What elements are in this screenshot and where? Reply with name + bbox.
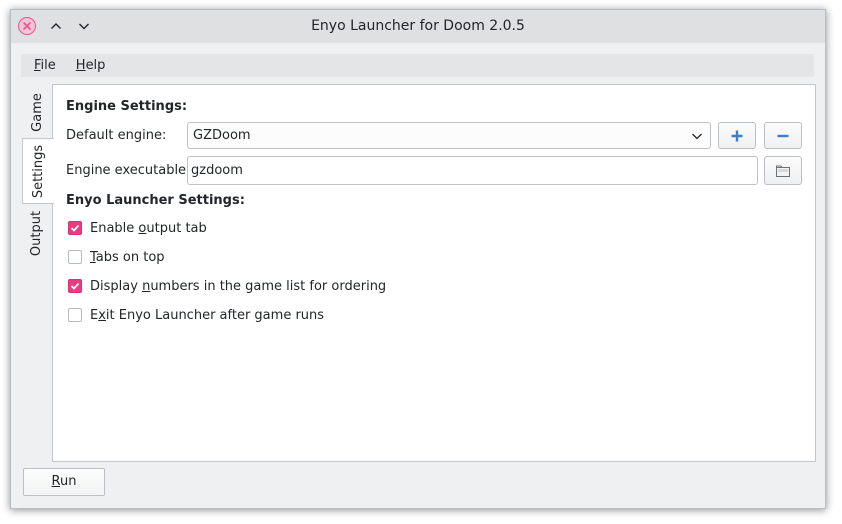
check-icon: [70, 224, 80, 232]
tab-settings[interactable]: Settings: [22, 138, 54, 204]
label-part: abs on top: [95, 249, 165, 265]
label-part: it Enyo Launcher after game runs: [105, 307, 325, 323]
tab-game[interactable]: Game: [21, 85, 53, 139]
tab-output[interactable]: Output: [21, 203, 53, 263]
minus-icon: [777, 134, 789, 137]
run-button-label: un: [59, 474, 77, 489]
engine-executable-input[interactable]: gzdoom: [187, 156, 758, 185]
tabs-on-top-checkbox[interactable]: [68, 250, 82, 264]
menu-bar: File Help: [21, 54, 814, 77]
window-title: Enyo Launcher for Doom 2.0.5: [311, 18, 525, 34]
menu-file-label: ile: [40, 58, 56, 73]
label-mnemonic: x: [98, 307, 106, 323]
default-engine-label: Default engine:: [66, 128, 167, 143]
run-button-mnemonic: R: [51, 474, 60, 489]
label-part: umbers in the game list for ordering: [150, 278, 387, 294]
folder-icon: [776, 165, 790, 177]
enable-output-tab-checkbox[interactable]: [68, 221, 82, 235]
tab-settings-label: Settings: [31, 144, 47, 198]
main-window: Enyo Launcher for Doom 2.0.5 File Help G…: [10, 9, 826, 509]
tab-output-label: Output: [29, 210, 45, 256]
label-part: Display: [90, 278, 143, 294]
menu-help-label: elp: [85, 58, 106, 73]
display-numbers-label: Display numbers in the game list for ord…: [90, 279, 386, 294]
check-icon: [70, 282, 80, 290]
option-display-numbers[interactable]: Display numbers in the game list for ord…: [68, 277, 386, 295]
default-engine-value: GZDoom: [193, 128, 251, 143]
engine-settings-heading: Engine Settings:: [66, 99, 188, 114]
engine-executable-value: gzdoom: [191, 163, 243, 178]
menu-file[interactable]: File: [21, 54, 66, 77]
exit-after-run-label: Exit Enyo Launcher after game runs: [90, 308, 324, 323]
remove-engine-button[interactable]: [764, 122, 802, 149]
label-part: Enable: [90, 220, 139, 236]
exit-after-run-checkbox[interactable]: [68, 308, 82, 322]
chevron-down-icon: [692, 133, 702, 140]
display-numbers-checkbox[interactable]: [68, 279, 82, 293]
engine-executable-label: Engine executable:: [66, 163, 191, 178]
option-tabs-on-top[interactable]: Tabs on top: [68, 248, 165, 266]
launcher-settings-heading: Enyo Launcher Settings:: [66, 193, 245, 208]
add-engine-button[interactable]: [718, 122, 756, 149]
plus-icon: [731, 130, 743, 141]
option-exit-after-run[interactable]: Exit Enyo Launcher after game runs: [68, 306, 324, 324]
label-part: E: [90, 307, 99, 323]
run-button[interactable]: Run: [23, 468, 105, 496]
title-bar[interactable]: Enyo Launcher for Doom 2.0.5: [11, 10, 825, 43]
menu-help-mnemonic: H: [75, 58, 86, 73]
tabs-on-top-label: Tabs on top: [90, 250, 165, 265]
enable-output-tab-label: Enable output tab: [90, 221, 207, 236]
default-engine-select[interactable]: GZDoom: [187, 122, 711, 149]
menu-help[interactable]: Help: [66, 54, 116, 77]
settings-panel: Engine Settings: Default engine: GZDoom …: [52, 84, 816, 462]
browse-executable-button[interactable]: [764, 156, 802, 185]
option-enable-output-tab[interactable]: Enable output tab: [68, 219, 207, 237]
tab-game-label: Game: [29, 92, 45, 132]
label-part: utput tab: [146, 220, 207, 236]
